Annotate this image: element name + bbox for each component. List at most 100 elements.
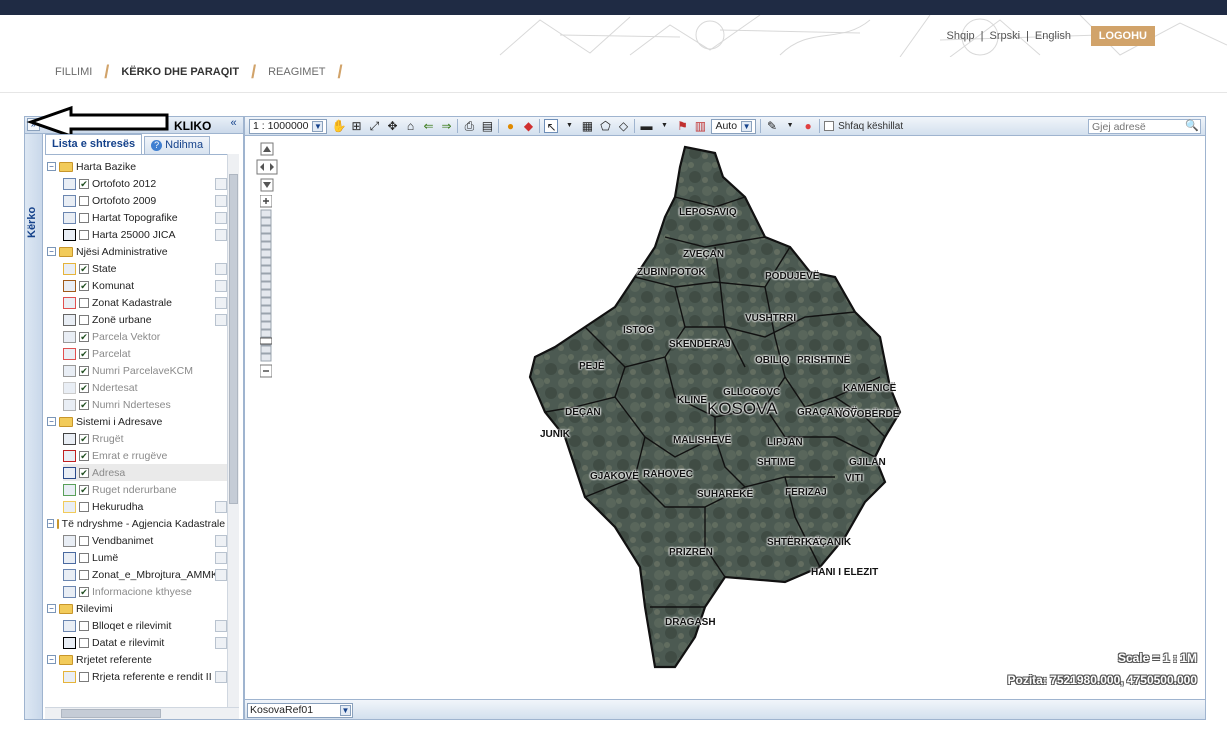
clear-select-icon[interactable]: ◇ — [616, 119, 630, 133]
layer-visibility-checkbox[interactable]: ✔ — [79, 586, 89, 597]
zoom-box-icon[interactable]: ⊞ — [349, 119, 363, 133]
layer-options-icon[interactable] — [215, 262, 227, 275]
home-icon[interactable]: ⌂ — [403, 119, 417, 133]
query-icon[interactable]: ◆ — [521, 119, 535, 133]
collapse-toggle-icon[interactable]: − — [47, 655, 56, 664]
layer-visibility-checkbox[interactable] — [79, 620, 89, 631]
layer-item[interactable]: Hartat Topografike — [63, 209, 227, 226]
layer-options-icon[interactable] — [215, 228, 227, 241]
layer-visibility-checkbox[interactable]: ✔ — [79, 365, 89, 376]
layer-item[interactable]: Vendbanimet — [63, 532, 227, 549]
info-marker-icon[interactable]: ● — [503, 119, 517, 133]
layer-options-icon[interactable] — [215, 534, 227, 547]
layer-tree-vertical-scrollbar[interactable] — [227, 154, 239, 707]
layer-item[interactable]: Ortofoto 2009 — [63, 192, 227, 209]
export-icon[interactable]: ▤ — [480, 119, 494, 133]
layer-item[interactable]: ✔ Ortofoto 2012 — [63, 175, 227, 192]
layer-item[interactable]: Zonat_e_Mbrojtura_AMMK — [63, 566, 227, 583]
pen-icon[interactable]: ✎ — [765, 119, 779, 133]
layer-visibility-checkbox[interactable] — [79, 501, 89, 512]
layer-visibility-checkbox[interactable] — [79, 212, 89, 223]
layer-visibility-checkbox[interactable]: ✔ — [79, 331, 89, 342]
layer-item[interactable]: ✔ Komunat — [63, 277, 227, 294]
layer-visibility-checkbox[interactable] — [79, 552, 89, 563]
layer-options-icon[interactable] — [215, 619, 227, 632]
mark-flag-icon[interactable]: ⚑ — [675, 119, 689, 133]
auto-select[interactable]: Auto ▼ — [711, 118, 757, 134]
print-icon[interactable]: ⎙ — [462, 119, 476, 133]
layer-visibility-checkbox[interactable] — [79, 671, 89, 682]
layer-visibility-checkbox[interactable]: ✔ — [79, 450, 89, 461]
layer-item[interactable]: Rrjeta referente e rendit II — [63, 668, 227, 685]
zoom-extent-icon[interactable]: ⤢ — [367, 119, 381, 133]
layer-options-icon[interactable] — [215, 568, 227, 581]
nav-home[interactable]: FILLIMI — [55, 66, 92, 78]
horizontal-scroll-thumb[interactable] — [61, 709, 161, 718]
layer-group[interactable]: − Harta Bazike — [47, 158, 227, 175]
back-arrow-icon[interactable]: ⇐ — [421, 119, 435, 133]
layer-visibility-checkbox[interactable]: ✔ — [79, 484, 89, 495]
layer-item[interactable]: Lumë — [63, 549, 227, 566]
layer-item[interactable]: Harta 25000 JICA — [63, 226, 227, 243]
layer-options-icon[interactable] — [215, 279, 227, 292]
layer-item[interactable]: Datat e rilevimit — [63, 634, 227, 651]
select-poly-icon[interactable]: ⬠ — [598, 119, 612, 133]
lang-shqip-link[interactable]: Shqip — [947, 30, 975, 42]
layer-visibility-checkbox[interactable]: ✔ — [79, 263, 89, 274]
stop-icon[interactable]: ● — [801, 119, 815, 133]
measure-dropdown-icon[interactable]: ▼ — [657, 119, 671, 133]
pan-hand-icon[interactable]: ✋ — [331, 119, 346, 133]
search-side-strip[interactable]: Kërko — [25, 134, 43, 719]
redline-icon[interactable]: ▥ — [693, 119, 707, 133]
layer-visibility-checkbox[interactable]: ✔ — [79, 178, 89, 189]
layer-visibility-checkbox[interactable]: ✔ — [79, 399, 89, 410]
layer-item[interactable]: ✔ Adresa — [63, 464, 227, 481]
layer-item[interactable]: ✔ Rrugët — [63, 430, 227, 447]
vertical-scroll-thumb[interactable] — [229, 174, 238, 504]
layer-group[interactable]: − Rilevimi — [47, 600, 227, 617]
layer-options-icon[interactable] — [215, 211, 227, 224]
layer-options-icon[interactable] — [215, 551, 227, 564]
show-hints-checkbox[interactable] — [824, 121, 835, 131]
layer-options-icon[interactable] — [215, 636, 227, 649]
layer-item[interactable]: ✔ Ruget nderurbane — [63, 481, 227, 498]
layer-item[interactable]: ✔ Informacione kthyese — [63, 583, 227, 600]
layer-visibility-checkbox[interactable] — [79, 314, 89, 325]
lang-srpski-link[interactable]: Srpski — [990, 30, 1021, 42]
layer-group[interactable]: − Sistemi i Adresave — [47, 413, 227, 430]
layer-options-icon[interactable] — [215, 177, 227, 190]
layer-item[interactable]: ✔ Emrat e rrugëve — [63, 447, 227, 464]
layer-visibility-checkbox[interactable] — [79, 569, 89, 580]
collapse-toggle-icon[interactable]: − — [47, 162, 56, 171]
tab-help[interactable]: ? Ndihma — [144, 136, 211, 154]
collapse-toggle-icon[interactable]: − — [47, 247, 56, 256]
layer-group[interactable]: − Rrjetet referente — [47, 651, 227, 668]
layer-visibility-checkbox[interactable]: ✔ — [79, 382, 89, 393]
zoom-slider[interactable] — [260, 195, 272, 385]
layer-item[interactable]: ✔ Parcela Vektor — [63, 328, 227, 345]
search-icon[interactable]: 🔍 — [1185, 120, 1199, 133]
layer-options-icon[interactable] — [215, 313, 227, 326]
layer-group[interactable]: −Të ndryshme - Agjencia Kadastrale e Ko — [47, 515, 227, 532]
forward-arrow-icon[interactable]: ⇒ — [439, 119, 453, 133]
layer-item[interactable]: Hekurudha — [63, 498, 227, 515]
layer-options-icon[interactable] — [215, 296, 227, 309]
layer-options-icon[interactable] — [215, 670, 227, 683]
lang-english-link[interactable]: English — [1035, 30, 1071, 42]
layer-visibility-checkbox[interactable]: ✔ — [79, 348, 89, 359]
collapse-panel-button[interactable]: « — [227, 118, 240, 131]
collapse-toggle-icon[interactable]: − — [47, 604, 56, 613]
nav-feedback[interactable]: REAGIMET — [268, 66, 325, 78]
full-extent-icon[interactable]: ✥ — [385, 119, 399, 133]
tab-layer-list[interactable]: Lista e shtresës — [45, 134, 143, 154]
layer-visibility-checkbox[interactable] — [79, 297, 89, 308]
layer-options-icon[interactable] — [215, 194, 227, 207]
layer-item[interactable]: Blloqet e rilevimit — [63, 617, 227, 634]
collapse-toggle-icon[interactable]: − — [47, 417, 56, 426]
layer-item[interactable]: ✔ State — [63, 260, 227, 277]
layer-item[interactable]: Zonat Kadastrale — [63, 294, 227, 311]
layer-visibility-checkbox[interactable] — [79, 195, 89, 206]
layer-visibility-checkbox[interactable]: ✔ — [79, 433, 89, 444]
layer-visibility-checkbox[interactable]: ✔ — [79, 467, 89, 478]
layer-group[interactable]: − Njësi Administrative — [47, 243, 227, 260]
